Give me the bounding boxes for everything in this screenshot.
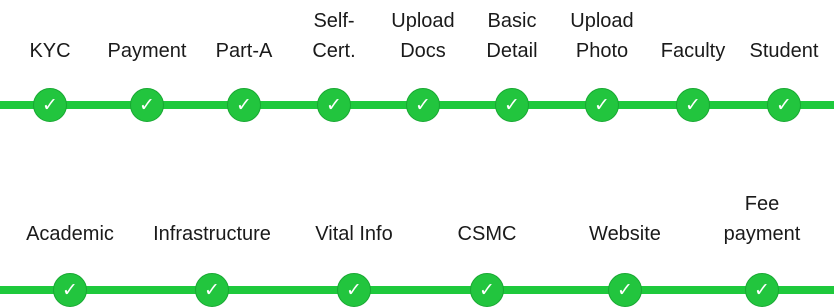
check-icon: ✓ bbox=[317, 88, 351, 122]
step-label: Infrastructure bbox=[153, 223, 271, 245]
check-icon: ✓ bbox=[33, 88, 67, 122]
step-label: Academic bbox=[26, 223, 114, 245]
stepper-track bbox=[0, 286, 834, 294]
check-icon: ✓ bbox=[406, 88, 440, 122]
check-icon: ✓ bbox=[585, 88, 619, 122]
check-icon: ✓ bbox=[337, 273, 371, 307]
check-icon: ✓ bbox=[130, 88, 164, 122]
check-icon: ✓ bbox=[470, 273, 504, 307]
check-icon: ✓ bbox=[53, 273, 87, 307]
check-icon: ✓ bbox=[608, 273, 642, 307]
check-icon: ✓ bbox=[195, 273, 229, 307]
progress-stepper-row-2: Academic ✓ Infrastructure ✓ Vital Info ✓… bbox=[0, 180, 834, 307]
step-label: Website bbox=[589, 223, 661, 245]
progress-stepper-row-1: KYC ✓ Payment ✓ Part-A ✓ Self- Cert. ✓ U… bbox=[0, 0, 834, 130]
step-label: Vital Info bbox=[315, 223, 393, 245]
check-icon: ✓ bbox=[676, 88, 710, 122]
check-icon: ✓ bbox=[767, 88, 801, 122]
check-icon: ✓ bbox=[745, 273, 779, 307]
step-label: Fee payment bbox=[723, 193, 801, 245]
check-icon: ✓ bbox=[495, 88, 529, 122]
step-label: Student bbox=[749, 40, 819, 62]
check-icon: ✓ bbox=[227, 88, 261, 122]
step-label: CSMC bbox=[457, 223, 517, 245]
